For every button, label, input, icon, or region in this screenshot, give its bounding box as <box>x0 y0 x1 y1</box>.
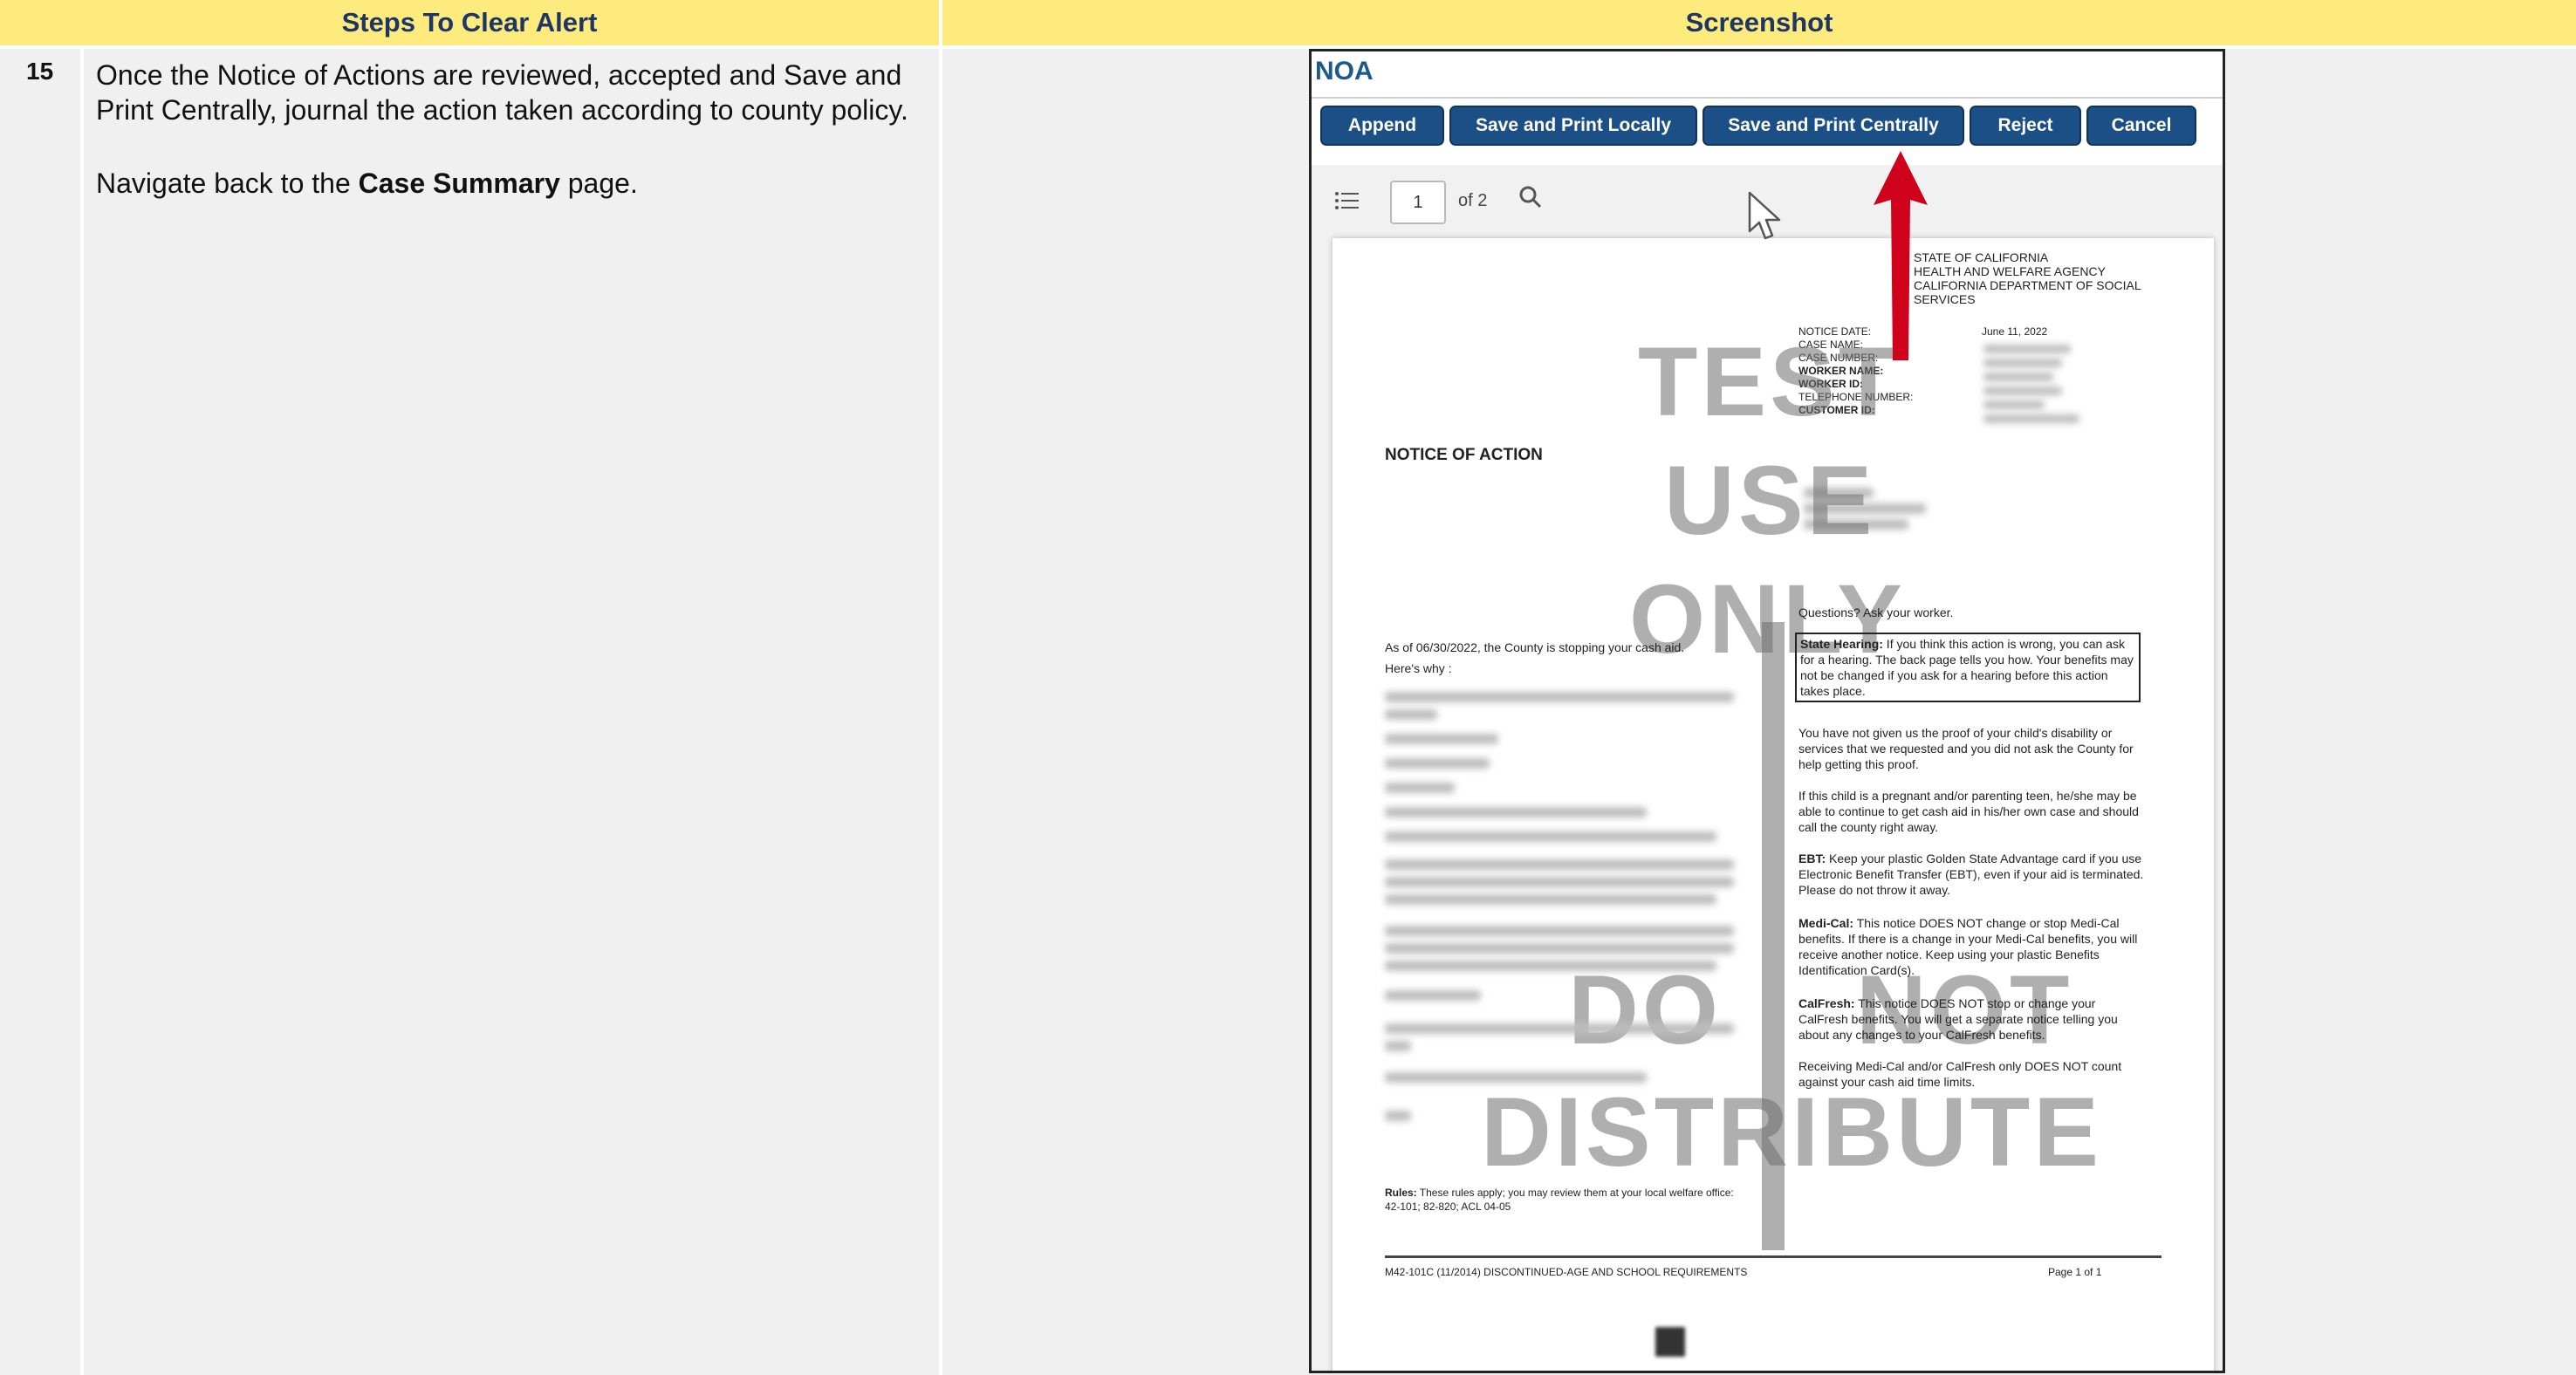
rules-text: Rules: These rules apply; you may review… <box>1385 1186 1751 1214</box>
navigate-suffix: page. <box>559 168 638 199</box>
noa-screenshot: NOA Append Save and Print Locally Save a… <box>1309 49 2225 1373</box>
rules-body: These rules apply; you may review them a… <box>1385 1187 1734 1213</box>
redacted-value <box>1983 373 2053 381</box>
save-print-centrally-button[interactable]: Save and Print Centrally <box>1702 106 1964 146</box>
instruction-navigate: Navigate back to the Case Summary page. <box>96 166 916 201</box>
redacted-reason <box>1385 758 1490 769</box>
ebt-text: EBT: Keep your plastic Golden State Adva… <box>1798 851 2148 898</box>
case-summary-label: Case Summary <box>358 168 560 199</box>
redacted-reason <box>1385 807 1647 817</box>
medi-cal-text: Medi-Cal: This notice DOES NOT change or… <box>1798 915 2148 978</box>
agency-block: STATE OF CALIFORNIA HEALTH AND WELFARE A… <box>1914 250 2175 306</box>
rules-label: Rules: <box>1385 1187 1417 1199</box>
state-hearing-box: State Hearing: If you think this action … <box>1795 633 2141 702</box>
redacted-value <box>1983 359 2062 367</box>
redacted-reason <box>1385 1072 1647 1083</box>
calfresh-text: CalFresh: This notice DOES NOT stop or c… <box>1798 995 2148 1043</box>
notice-date-value: June 11, 2022 <box>1982 325 2048 338</box>
ebt-body: Keep your plastic Golden State Advantage… <box>1798 852 2144 897</box>
step-number: 15 <box>26 58 54 85</box>
page-number-input[interactable]: 1 <box>1390 181 1446 224</box>
stamp-use: USE <box>1664 446 1876 555</box>
navigate-prefix: Navigate back to the <box>96 168 359 199</box>
append-button[interactable]: Append <box>1320 106 1444 146</box>
redacted-reason <box>1385 709 1437 720</box>
redacted-reason <box>1385 692 1734 702</box>
redacted-reason <box>1385 859 1734 870</box>
form-number: M42-101C (11/2014) DISCONTINUED-AGE AND … <box>1385 1266 1748 1278</box>
cancel-button[interactable]: Cancel <box>2086 106 2196 146</box>
step-number-column <box>0 49 80 1375</box>
save-print-locally-button[interactable]: Save and Print Locally <box>1449 106 1697 146</box>
redacted-reason <box>1385 831 1716 842</box>
notice-heading: NOTICE OF ACTION <box>1385 446 1543 464</box>
agency-line: CALIFORNIA DEPARTMENT OF SOCIAL SERVICES <box>1914 278 2141 306</box>
redacted-reason <box>1385 783 1455 793</box>
reject-button[interactable]: Reject <box>1970 106 2081 146</box>
redacted-value <box>1983 400 2045 409</box>
steps-header: Steps To Clear Alert <box>0 0 939 45</box>
redacted-value <box>1983 387 2062 395</box>
noa-title: NOA <box>1315 57 1374 86</box>
questions-text: Questions? Ask your worker. <box>1798 605 1954 619</box>
redacted-reason <box>1385 734 1498 744</box>
page-count-label: of 2 <box>1458 191 1488 210</box>
state-hearing-label: State Hearing: <box>1800 637 1883 651</box>
stopping-text: As of 06/30/2022, the County is stopping… <box>1385 640 1685 654</box>
noa-button-bar: Append Save and Print Locally Save and P… <box>1320 106 2196 149</box>
agency-line: HEALTH AND WELFARE AGENCY <box>1914 264 2106 278</box>
redacted-value <box>1983 414 2079 423</box>
redacted-reason <box>1385 877 1734 887</box>
step-text-column <box>84 49 939 1375</box>
step-instructions: Once the Notice of Actions are reviewed,… <box>96 58 916 239</box>
page-indicator: Page 1 of 1 <box>2048 1266 2102 1278</box>
list-icon[interactable] <box>1334 189 1360 217</box>
document-page: STATE OF CALIFORNIA HEALTH AND WELFARE A… <box>1333 238 2214 1371</box>
pregnant-teen-text: If this child is a pregnant and/or paren… <box>1798 789 2139 834</box>
redacted-reason <box>1385 943 1734 954</box>
receiving-text: Receiving Medi-Cal and/or CalFresh only … <box>1798 1059 2122 1089</box>
redacted-reason <box>1385 1041 1411 1051</box>
ebt-label: EBT: <box>1798 852 1826 865</box>
stamp-vertical-bar <box>1762 622 1785 1250</box>
redacted-reason <box>1385 1111 1411 1121</box>
footer-divider <box>1385 1255 2162 1258</box>
redacted-reason <box>1385 1023 1734 1034</box>
instruction-journal: Once the Notice of Actions are reviewed,… <box>96 59 908 126</box>
stamp-distribute: DISTRIBUTE <box>1481 1077 2102 1187</box>
redacted-reason <box>1385 961 1716 971</box>
search-icon[interactable] <box>1518 184 1544 215</box>
stamp-test: TEST <box>1638 327 1902 436</box>
proof-text: You have not given us the proof of your … <box>1798 726 2134 771</box>
redacted-reason <box>1385 990 1481 1001</box>
barcode-icon <box>1655 1327 1685 1357</box>
calfresh-label: CalFresh: <box>1798 996 1855 1010</box>
screenshot-header: Screenshot <box>942 0 2576 45</box>
redacted-reason <box>1385 894 1716 905</box>
redacted-reason <box>1385 926 1734 936</box>
agency-line: STATE OF CALIFORNIA <box>1914 250 2049 264</box>
heres-why-text: Here's why : <box>1385 661 1452 675</box>
medi-cal-label: Medi-Cal: <box>1798 916 1853 930</box>
title-divider <box>1312 97 2223 99</box>
red-arrow-icon <box>1870 147 1931 370</box>
mouse-cursor-icon <box>1748 191 1783 246</box>
redacted-value <box>1983 345 2071 353</box>
